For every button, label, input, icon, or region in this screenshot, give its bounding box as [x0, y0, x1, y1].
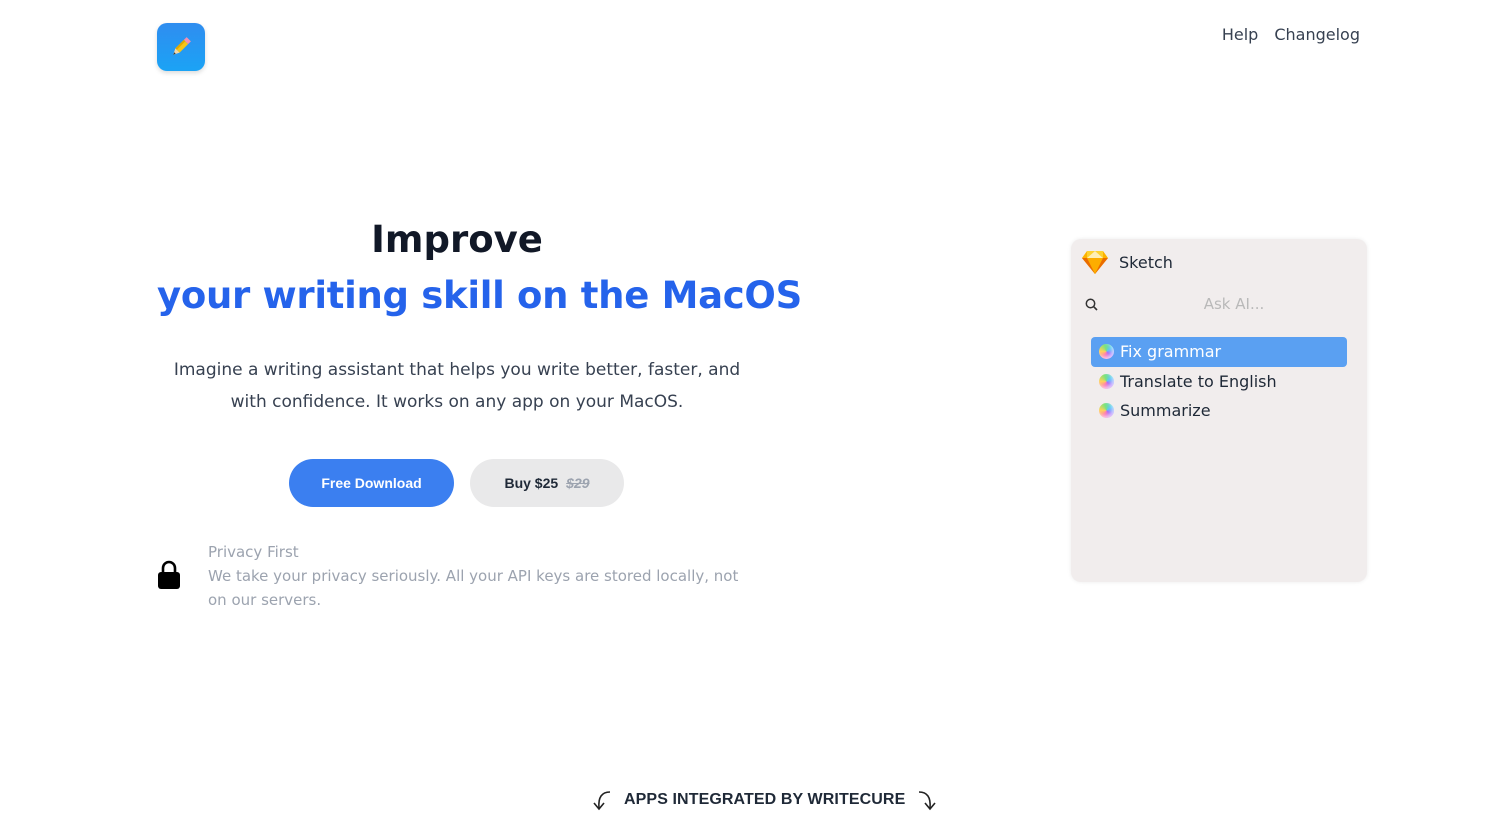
- hero-subtitle: your writing skill on the MacOS: [157, 274, 802, 317]
- cta-group: Free Download Buy $25 $29: [289, 459, 624, 507]
- apps-integrated-caption: APPS INTEGRATED BY WRITECURE: [590, 788, 939, 812]
- menu-item-label: Translate to English: [1120, 371, 1277, 391]
- buy-price-label: Buy $25: [504, 475, 559, 491]
- ai-orb-icon: [1099, 344, 1114, 360]
- old-price-label: $29: [566, 475, 590, 491]
- free-download-button[interactable]: Free Download: [289, 459, 454, 507]
- ai-action-menu: Fix grammar Translate to English Summari…: [1091, 337, 1347, 426]
- menu-item-label: Summarize: [1120, 401, 1211, 421]
- curved-arrow-left-icon: [593, 791, 611, 811]
- hero-title: Improve: [371, 218, 543, 261]
- app-logo[interactable]: [157, 23, 205, 71]
- ai-popup-panel: Sketch Fix grammar Translate to English …: [1071, 239, 1367, 582]
- menu-item-summarize[interactable]: Summarize: [1091, 396, 1347, 426]
- panel-app-name: Sketch: [1119, 252, 1173, 272]
- hero-section: Improve your writing skill on the MacOS …: [157, 212, 802, 418]
- curved-arrow-right-icon: [919, 791, 936, 811]
- ai-orb-icon: [1099, 373, 1114, 389]
- sketch-diamond-icon: [1082, 251, 1108, 274]
- apps-caption-text: APPS INTEGRATED BY WRITECURE: [624, 791, 906, 808]
- top-nav: Help Changelog: [1222, 25, 1360, 44]
- hero-description: Imagine a writing assistant that helps y…: [173, 360, 741, 412]
- ask-ai-input[interactable]: [1107, 291, 1361, 317]
- nav-help-link[interactable]: Help: [1222, 25, 1258, 44]
- ai-orb-icon: [1099, 403, 1114, 419]
- nav-changelog-link[interactable]: Changelog: [1274, 25, 1360, 44]
- landing-page: Help Changelog Improve your writing skil…: [0, 0, 1486, 822]
- search-icon: [1085, 298, 1098, 311]
- privacy-text-block: Privacy First We take your privacy serio…: [208, 540, 753, 612]
- lock-icon: [158, 560, 180, 589]
- buy-button[interactable]: Buy $25 $29: [470, 459, 624, 507]
- privacy-title: Privacy First: [208, 543, 299, 561]
- menu-item-translate[interactable]: Translate to English: [1091, 367, 1347, 397]
- menu-item-fix-grammar[interactable]: Fix grammar: [1091, 337, 1347, 367]
- pencil-icon: [173, 37, 191, 55]
- menu-item-label: Fix grammar: [1120, 342, 1222, 362]
- privacy-description: We take your privacy seriously. All your…: [208, 567, 739, 609]
- panel-header: Sketch: [1081, 249, 1173, 275]
